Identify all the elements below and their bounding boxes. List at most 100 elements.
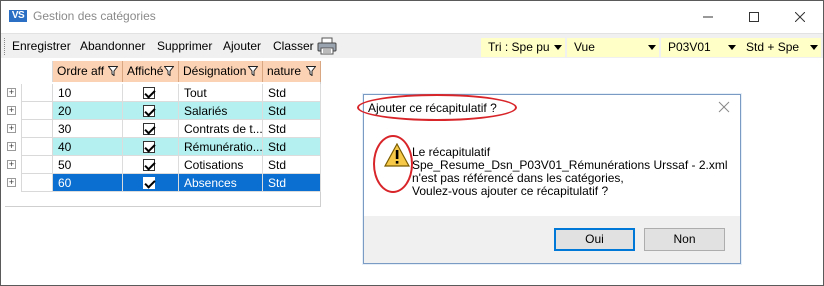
cell-affiche[interactable]	[123, 174, 179, 192]
annotation-ellipse	[357, 94, 517, 121]
annotation-ellipse	[373, 135, 413, 193]
row-selector[interactable]	[21, 156, 53, 174]
chevron-down-icon	[648, 45, 656, 50]
checkbox[interactable]	[143, 141, 155, 153]
cell-designation[interactable]: Absences	[179, 174, 263, 192]
cell-nature[interactable]: Std	[263, 102, 321, 120]
cell-affiche[interactable]	[123, 138, 179, 156]
cell-affiche[interactable]	[123, 156, 179, 174]
maximize-button[interactable]	[731, 1, 777, 32]
oui-button[interactable]: Oui	[554, 228, 635, 251]
filter-icon[interactable]	[108, 66, 118, 76]
enregistrer-button[interactable]: Enregistrer	[12, 39, 71, 53]
toolbar: Enregistrer Abandonner Supprimer Ajouter…	[1, 33, 823, 58]
sort-combo[interactable]: Tri : Spe pu	[481, 38, 565, 57]
row-selector[interactable]	[21, 138, 53, 156]
cell-designation[interactable]: Cotisations	[179, 156, 263, 174]
view-combo[interactable]: Vue	[567, 38, 659, 57]
checkbox[interactable]	[143, 177, 155, 189]
cell-affiche[interactable]	[123, 84, 179, 102]
supprimer-button[interactable]: Supprimer	[157, 39, 212, 53]
close-icon[interactable]	[718, 101, 730, 113]
expand-icon[interactable]: +	[7, 178, 16, 187]
cell-ordre[interactable]: 40	[53, 138, 123, 156]
column-header-label: nature	[267, 64, 302, 78]
column-header-label: Désignation	[183, 64, 247, 78]
main-window: VS Gestion des catégories Enregistrer Ab…	[0, 0, 824, 286]
cell-designation[interactable]: Salariés	[179, 102, 263, 120]
cell-affiche[interactable]	[123, 102, 179, 120]
cell-designation[interactable]: Rémunératio...	[179, 138, 263, 156]
filter-icon[interactable]	[306, 66, 316, 76]
chevron-down-icon	[554, 45, 562, 50]
cell-designation[interactable]: Tout	[179, 84, 263, 102]
cell-nature[interactable]: Std	[263, 120, 321, 138]
expand-icon[interactable]: +	[7, 142, 16, 151]
title-bar: VS Gestion des catégories	[1, 1, 823, 33]
cell-ordre[interactable]: 20	[53, 102, 123, 120]
expand-icon[interactable]: +	[7, 160, 16, 169]
version-combo-value: P03V01	[668, 40, 711, 54]
abandonner-button[interactable]: Abandonner	[80, 39, 145, 53]
cell-affiche[interactable]	[123, 120, 179, 138]
cell-ordre[interactable]: 50	[53, 156, 123, 174]
version-combo[interactable]: P03V01	[661, 38, 739, 57]
sort-combo-value: Tri : Spe pu	[488, 40, 550, 54]
column-header-label: Ordre aff	[57, 64, 105, 78]
dialog-message: Le récapitulatif Spe_Resume_Dsn_P03V01_R…	[412, 146, 728, 198]
maximize-icon	[749, 11, 759, 22]
scope-combo[interactable]: Std + Spe	[739, 38, 821, 57]
dialog-footer: Oui Non	[364, 216, 740, 263]
message-line: Voulez-vous ajouter ce récapitulatif ?	[412, 184, 609, 198]
categories-grid: Ordre aff Affiché Désignation nature + 1…	[5, 61, 321, 207]
column-header-nature[interactable]: nature	[263, 61, 321, 82]
close-icon	[795, 11, 805, 22]
cell-nature[interactable]: Std	[263, 156, 321, 174]
checkbox[interactable]	[143, 123, 155, 135]
chevron-down-icon	[728, 45, 736, 50]
table-row[interactable]: + 10 Tout Std	[5, 84, 321, 102]
cell-nature[interactable]: Std	[263, 138, 321, 156]
filter-icon[interactable]	[164, 66, 174, 76]
app-logo: VS	[9, 10, 27, 22]
table-row-selected[interactable]: + 60 Absences Std	[5, 174, 321, 192]
table-row[interactable]: + 30 Contrats de t... Std	[5, 120, 321, 138]
scope-combo-value: Std + Spe	[746, 40, 800, 54]
window-title: Gestion des catégories	[33, 9, 156, 23]
checkbox[interactable]	[143, 105, 155, 117]
table-row[interactable]: + 20 Salariés Std	[5, 102, 321, 120]
checkbox[interactable]	[143, 159, 155, 171]
cell-ordre[interactable]: 60	[53, 174, 123, 192]
column-header-designation[interactable]: Désignation	[179, 61, 263, 82]
expand-icon[interactable]: +	[7, 106, 16, 115]
row-selector[interactable]	[21, 120, 53, 138]
filter-icon[interactable]	[248, 66, 258, 76]
cell-designation[interactable]: Contrats de t...	[179, 120, 263, 138]
toolbar-grip[interactable]	[4, 38, 7, 55]
table-row[interactable]: + 40 Rémunératio... Std	[5, 138, 321, 156]
cell-nature[interactable]: Std	[263, 84, 321, 102]
cell-nature[interactable]: Std	[263, 174, 321, 192]
checkbox[interactable]	[143, 87, 155, 99]
column-header-label: Affiché	[127, 64, 164, 78]
column-header-affiche[interactable]: Affiché	[123, 61, 179, 82]
expand-icon[interactable]: +	[7, 88, 16, 97]
expand-icon[interactable]: +	[7, 124, 16, 133]
close-button[interactable]	[777, 1, 823, 32]
row-selector[interactable]	[21, 102, 53, 120]
row-selector[interactable]	[21, 84, 53, 102]
table-row[interactable]: + 50 Cotisations Std	[5, 156, 321, 174]
chevron-down-icon	[810, 45, 818, 50]
minimize-button[interactable]	[685, 1, 731, 32]
ajouter-button[interactable]: Ajouter	[223, 39, 261, 53]
minimize-icon	[703, 16, 713, 17]
view-combo-value: Vue	[574, 40, 595, 54]
cell-ordre[interactable]: 30	[53, 120, 123, 138]
non-button[interactable]: Non	[644, 228, 725, 251]
cell-ordre[interactable]: 10	[53, 84, 123, 102]
row-header-corner	[21, 61, 53, 82]
row-selector[interactable]	[21, 174, 53, 192]
printer-icon[interactable]	[317, 37, 337, 55]
classer-button[interactable]: Classer	[273, 39, 314, 53]
column-header-ordre[interactable]: Ordre aff	[53, 61, 123, 82]
